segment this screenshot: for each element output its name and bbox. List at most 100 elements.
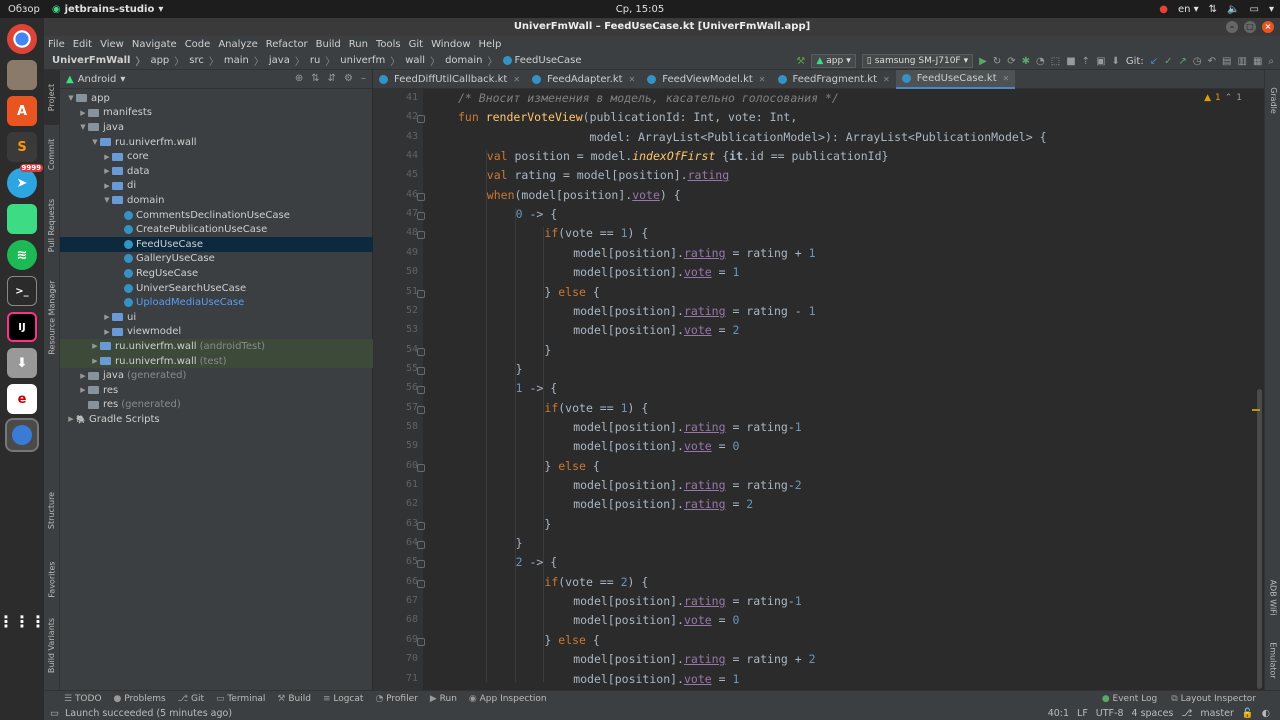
installer-icon[interactable]: ⬇	[7, 348, 37, 378]
fold-marker-icon[interactable]	[417, 521, 425, 530]
menu-item-help[interactable]: Help	[479, 39, 502, 50]
line-separator[interactable]: LF	[1077, 708, 1088, 719]
tree-item[interactable]: GalleryUseCase	[60, 252, 373, 267]
code-line[interactable]: model[position].rating = rating-2	[573, 478, 802, 492]
telegram-icon[interactable]: ➤ 9999	[7, 164, 43, 198]
code-line[interactable]: when(model[position].vote) {	[487, 188, 681, 202]
tree-item[interactable]: ▶ core	[60, 149, 373, 164]
menu-item-view[interactable]: View	[100, 39, 124, 50]
fold-marker-icon[interactable]	[417, 463, 425, 472]
chevron-right-icon[interactable]: ▶	[102, 182, 112, 190]
expand-all-icon[interactable]: ⇅	[311, 73, 319, 84]
editor-tab[interactable]: FeedAdapter.kt ✕	[526, 70, 641, 89]
git-push-icon[interactable]: ↗	[1179, 56, 1187, 67]
code-line[interactable]: model[position].rating = rating + 2	[573, 652, 815, 666]
tree-item[interactable]: ▶ di	[60, 179, 373, 194]
chrome-icon[interactable]	[7, 24, 37, 54]
chevron-right-icon[interactable]: ▶	[66, 415, 76, 423]
bottom-tool-logcat[interactable]: ≡ Logcat	[323, 694, 363, 704]
tree-item[interactable]: ▶ manifests	[60, 106, 373, 121]
chevron-down-icon[interactable]: ▼	[66, 94, 76, 102]
close-icon[interactable]: ✕	[883, 75, 890, 84]
project-structure-icon[interactable]: ▤	[1222, 56, 1231, 67]
editor-tab[interactable]: FeedDiffUtilCallback.kt ✕	[373, 70, 526, 89]
bottom-tool-profiler[interactable]: ◔ Profiler	[375, 694, 417, 704]
fold-marker-icon[interactable]	[417, 347, 425, 356]
menu-item-tools[interactable]: Tools	[376, 39, 401, 50]
menu-item-build[interactable]: Build	[316, 39, 341, 50]
code-line[interactable]: /* Вносит изменения в модель, касательно…	[458, 91, 839, 105]
breadcrumb-item[interactable]: java 〉	[269, 53, 310, 68]
chevron-right-icon[interactable]: ▶	[78, 372, 88, 380]
maximize-icon[interactable]: □	[1244, 21, 1256, 33]
tree-item[interactable]: ▼ domain	[60, 193, 373, 208]
device-manager-icon[interactable]: ▦	[1253, 56, 1262, 67]
tree-item[interactable]: ▶ res	[60, 383, 373, 398]
keyboard-layout[interactable]: en ▾	[1178, 4, 1199, 15]
tool-tab-pull-requests[interactable]: Pull Requests	[44, 185, 60, 265]
android-icon[interactable]	[7, 204, 37, 234]
fold-marker-icon[interactable]	[417, 115, 425, 124]
chevron-down-icon[interactable]: ▼	[102, 196, 112, 204]
fold-marker-icon[interactable]	[417, 637, 425, 646]
tool-tab-favorites[interactable]: Favorites	[44, 548, 60, 610]
tool-tab-build-variants[interactable]: Build Variants	[44, 610, 60, 680]
code-line[interactable]: model[position].rating = rating - 1	[573, 304, 815, 318]
tree-item[interactable]: ▼ app	[60, 91, 373, 106]
tree-item[interactable]: CommentsDeclinationUseCase	[60, 208, 373, 223]
breadcrumb-item[interactable]: wall 〉	[405, 53, 445, 68]
code-line[interactable]: val rating = model[position].rating	[487, 168, 729, 182]
collapse-all-icon[interactable]: ⇵	[328, 73, 336, 84]
breadcrumb-item[interactable]: domain 〉	[445, 53, 502, 68]
code-line[interactable]: } else {	[544, 459, 599, 473]
attach-debugger-icon[interactable]: ⬚	[1051, 56, 1060, 67]
inspection-widget[interactable]: ▲ 1 ⌃ 1	[1204, 93, 1242, 103]
hide-panel-icon[interactable]: –	[361, 73, 366, 84]
rerun-icon[interactable]: ↻	[993, 56, 1001, 67]
fold-marker-icon[interactable]	[417, 560, 425, 569]
menu-item-navigate[interactable]: Navigate	[132, 39, 177, 50]
file-encoding[interactable]: UTF-8	[1096, 708, 1124, 719]
tool-tab-gradle[interactable]: Gradle	[1265, 70, 1280, 130]
git-commit-icon[interactable]: ✓	[1164, 56, 1172, 67]
close-icon[interactable]: ×	[1262, 21, 1274, 33]
android-studio-icon[interactable]	[5, 418, 39, 452]
tool-tab-resource-manager[interactable]: Resource Manager	[44, 265, 60, 370]
tree-item[interactable]: ▶ java (generated)	[60, 368, 373, 383]
volume-icon[interactable]: 🔈	[1227, 4, 1239, 15]
memory-indicator-icon[interactable]: ◐	[1262, 708, 1270, 719]
tree-item[interactable]: ▶ viewmodel	[60, 325, 373, 340]
bottom-tool-event-log[interactable]: ● Event Log	[1102, 694, 1157, 704]
tree-item[interactable]: ▼ ru.univerfm.wall	[60, 135, 373, 150]
network-icon[interactable]: ⇅	[1209, 4, 1217, 15]
breadcrumb-item[interactable]: ru 〉	[310, 53, 340, 68]
editor-tab[interactable]: FeedViewModel.kt ✕	[641, 70, 771, 89]
tool-tab-emulator[interactable]: Emulator	[1265, 630, 1280, 690]
tree-item[interactable]: UniverSearchUseCase	[60, 281, 373, 296]
tree-item[interactable]: ▶ 🐘 Gradle Scripts	[60, 412, 373, 427]
menu-item-git[interactable]: Git	[409, 39, 423, 50]
bottom-tool-run[interactable]: ▶ Run	[430, 694, 457, 704]
bottom-tool-todo[interactable]: ☰ TODO	[64, 694, 102, 704]
warning-stripe[interactable]	[1252, 409, 1260, 411]
status-panel-icon[interactable]: ▭	[50, 708, 59, 719]
code-line[interactable]: } else {	[544, 633, 599, 647]
battery-icon[interactable]: ▭	[1250, 4, 1259, 15]
chevron-right-icon[interactable]: ▶	[78, 386, 88, 394]
fold-marker-icon[interactable]	[417, 289, 425, 298]
history-icon[interactable]: ◷	[1193, 56, 1202, 67]
chrome-tray-icon[interactable]: ●	[1159, 4, 1168, 15]
breadcrumb-item[interactable]: FeedUseCase	[502, 53, 582, 68]
code-line[interactable]: model[position].rating = rating + 1	[573, 246, 815, 260]
status-message[interactable]: Launch succeeded (5 minutes ago)	[65, 708, 232, 719]
pdf-icon[interactable]: e	[7, 384, 37, 414]
close-icon[interactable]: ✕	[629, 75, 636, 84]
lock-icon[interactable]: 🔓	[1242, 708, 1254, 719]
rollback-icon[interactable]: ↶	[1208, 56, 1216, 67]
chevron-down-icon[interactable]: ▾	[120, 74, 125, 85]
stop-icon[interactable]: ■	[1066, 56, 1075, 67]
chevron-right-icon[interactable]: ▶	[102, 153, 112, 161]
menu-item-refactor[interactable]: Refactor	[266, 39, 308, 50]
search-everywhere-icon[interactable]: ⌕	[1268, 56, 1274, 67]
profile-icon[interactable]: ◔	[1036, 56, 1045, 67]
